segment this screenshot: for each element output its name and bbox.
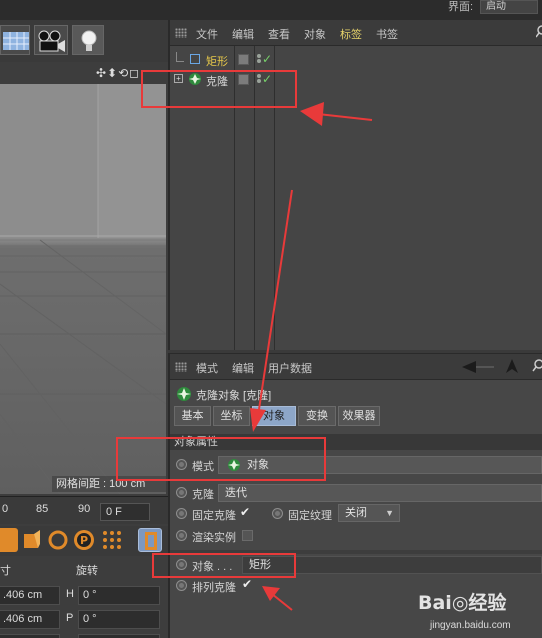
fix-clone-label: 固定克隆 [192,510,236,522]
animation-toolbar: P [0,526,168,556]
fix-texture-value: 关闭 [345,507,367,519]
annotation-box [152,553,296,578]
point-level-icon[interactable] [100,528,124,552]
tree-row-rectangle[interactable]: 矩形 ✓ [170,50,542,70]
viewport[interactable] [0,84,166,494]
menu-bookmarks[interactable]: 书签 [376,26,398,42]
render-instance-label: 渲染实例 [192,532,236,544]
heading-field[interactable]: 0 ° [78,586,160,605]
search-icon[interactable] [535,24,542,41]
fix-texture-label: 固定纹理 [288,510,332,522]
timeline-tick: 90 [78,503,91,515]
annotation-box [116,437,326,481]
up-arrow-icon[interactable] [506,359,518,376]
cloner-icon [176,386,192,405]
chevron-down-icon: ▼ [385,508,394,518]
sort-clone-anim-radio[interactable] [176,580,187,591]
layout-select[interactable]: 启动 [480,0,538,14]
fix-texture-anim-radio[interactable] [272,508,283,519]
light-icon[interactable] [72,25,104,55]
clone-anim-radio[interactable] [176,487,187,498]
current-frame-field[interactable]: 0 F [100,503,150,521]
svg-text:P: P [80,534,88,547]
viewport-toolbar [0,20,168,62]
menu-object[interactable]: 对象 [304,26,326,42]
timeline-tick: 85 [36,503,49,515]
attribute-manager-menu: 模式 编辑 用户数据 [170,354,542,380]
film-icon[interactable] [138,528,162,552]
menu-view[interactable]: 查看 [268,26,290,42]
layout-label: 界面: [448,1,474,13]
heading-label: H [66,588,74,600]
tab-object[interactable]: 对象 [252,406,296,426]
tab-basic[interactable]: 基本 [174,406,211,426]
menu-edit[interactable]: 编辑 [232,360,254,376]
rotation-header: 旋转 [76,565,98,577]
scale-tool-icon[interactable] [20,528,44,552]
move-tool-icon[interactable] [0,528,18,552]
render-instance-checkbox[interactable] [242,530,253,541]
rectangle-spline-icon [190,54,200,64]
tab-effectors[interactable]: 效果器 [338,406,380,426]
floor-icon[interactable] [0,25,30,55]
size-x-field[interactable]: .406 cm [0,586,60,605]
render-instance-anim-radio[interactable] [176,530,187,541]
camera-icon[interactable] [34,25,68,55]
clone-dropdown[interactable]: 迭代 [218,484,542,502]
attribute-title: 克隆对象 [克隆] [196,390,272,402]
size-header: 寸 [0,565,11,577]
tab-transform[interactable]: 变换 [298,406,336,426]
object-name-rectangle[interactable]: 矩形 [206,53,228,69]
back-arrow-icon[interactable] [462,360,496,377]
menu-mode[interactable]: 模式 [196,360,218,376]
tree-connector [176,52,184,62]
sort-clone-checkbox[interactable]: ✔ [242,577,252,591]
size-y-field[interactable]: .406 cm [0,610,60,629]
fix-clone-checkbox[interactable]: ✔ [240,505,250,519]
panel-grip-icon[interactable] [175,362,187,372]
watermark: Bai◎经验 jingyan.baidu.com [418,588,542,638]
search-icon[interactable] [532,358,542,375]
top-bar: 界面: 启动 [0,0,542,20]
layer-chip-icon[interactable] [238,54,249,65]
menu-edit[interactable]: 编辑 [232,26,254,42]
enabled-check-icon[interactable]: ✓ [262,52,272,66]
menu-tags[interactable]: 标签 [340,26,362,42]
watermark-url: jingyan.baidu.com [430,620,511,631]
menu-user-data[interactable]: 用户数据 [268,360,312,376]
fix-clone-anim-radio[interactable] [176,508,187,519]
timeline-tick: 0 [2,503,9,515]
menu-file[interactable]: 文件 [196,26,218,42]
watermark-logo: Bai◎经验 [418,592,507,614]
clone-label: 克隆 [192,489,214,501]
size-z-field[interactable] [0,634,60,638]
rotate-tool-icon[interactable] [46,528,70,552]
fix-texture-dropdown[interactable]: 关闭 ▼ [338,504,400,522]
viewport-grid [0,84,166,494]
bank-field[interactable] [78,634,160,638]
tab-coordinates[interactable]: 坐标 [213,406,250,426]
parameter-tool-icon[interactable]: P [72,528,96,552]
sort-clone-label: 排列克隆 [192,582,236,594]
pitch-field[interactable]: 0 ° [78,610,160,629]
annotation-box [141,70,297,108]
pitch-label: P [66,612,74,624]
coordinate-header: 寸 旋转 [0,560,168,578]
object-manager-menu: 文件 编辑 查看 对象 标签 书签 [170,20,542,46]
panel-grip-icon[interactable] [175,28,187,38]
